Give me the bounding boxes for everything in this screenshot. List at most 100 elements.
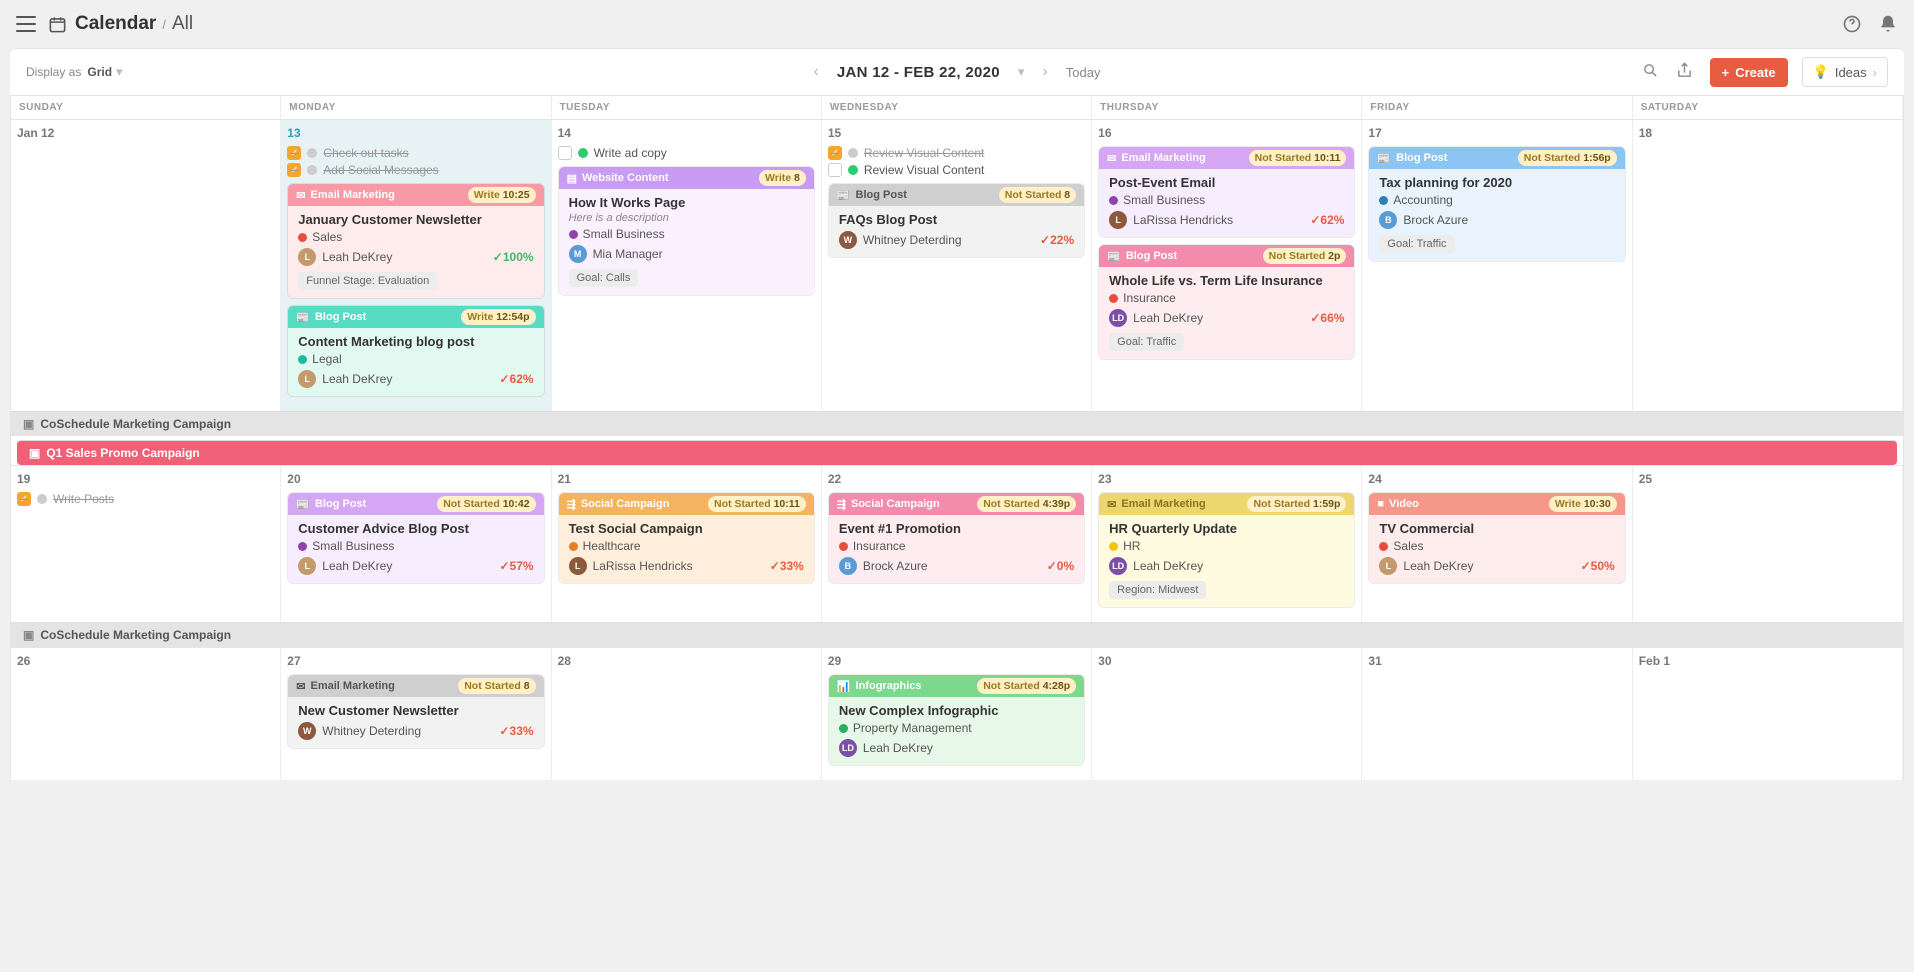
mail-icon: ✉	[1107, 498, 1116, 511]
event-card[interactable]: 📊InfographicsNot Started 4:28p New Compl…	[828, 674, 1085, 766]
task-item[interactable]: Review Visual Content	[828, 163, 1085, 177]
task-item[interactable]: ✓ Check out tasks	[287, 146, 544, 160]
breadcrumb-sub[interactable]: All	[172, 13, 193, 35]
assignee-name: Brock Azure	[863, 559, 928, 573]
percent: ✓33%	[499, 724, 533, 738]
display-as-value[interactable]: Grid	[87, 65, 112, 79]
task-item[interactable]: ✓Review Visual Content	[828, 146, 1085, 160]
event-card[interactable]: ■VideoWrite 10:30 TV Commercial Sales LL…	[1368, 492, 1625, 584]
day-cell[interactable]: 24 ■VideoWrite 10:30 TV Commercial Sales…	[1362, 466, 1632, 622]
avatar: L	[298, 248, 316, 266]
event-card[interactable]: ▤Website ContentWrite 8 How It Works Pag…	[558, 166, 815, 296]
card-description: Here is a description	[569, 212, 804, 224]
event-card[interactable]: ✉Email MarketingNot Started 1:59p HR Qua…	[1098, 492, 1355, 608]
folder-icon: ▣	[23, 628, 34, 642]
day-cell[interactable]: 18	[1633, 120, 1903, 411]
task-item[interactable]: ✓ Add Social Messages	[287, 163, 544, 177]
event-card[interactable]: ✉Email MarketingWrite 10:25 January Cust…	[287, 183, 544, 299]
date-range[interactable]: JAN 12 - FEB 22, 2020	[837, 64, 1000, 81]
checkbox-icon[interactable]: ✓	[828, 146, 842, 160]
next-icon[interactable]: ›	[1042, 63, 1047, 81]
day-cell[interactable]: 30	[1092, 648, 1362, 780]
tag-dot	[839, 542, 848, 551]
day-cell[interactable]: 22 ⇶Social CampaignNot Started 4:39p Eve…	[822, 466, 1092, 622]
day-cell[interactable]: 19 ✓Write Posts	[11, 466, 281, 622]
tag-dot	[1109, 542, 1118, 551]
event-card[interactable]: 📰Blog PostNot Started 10:42 Customer Adv…	[287, 492, 544, 584]
day-cell[interactable]: 14 Write ad copy ▤Website ContentWrite 8…	[552, 120, 822, 411]
bell-icon[interactable]	[1878, 14, 1898, 34]
card-type: Email Marketing	[311, 189, 395, 201]
task-label: Review Visual Content	[864, 163, 985, 177]
search-icon[interactable]	[1642, 62, 1662, 82]
day-cell[interactable]: 28	[552, 648, 822, 780]
day-cell[interactable]: 20 📰Blog PostNot Started 10:42 Customer …	[281, 466, 551, 622]
assignee-name: LaRissa Hendricks	[593, 559, 693, 573]
tag-dot	[569, 542, 578, 551]
day-cell[interactable]: Jan 12	[11, 120, 281, 411]
help-icon[interactable]	[1842, 14, 1862, 34]
task-label: Add Social Messages	[323, 163, 438, 177]
lightbulb-icon: 💡	[1813, 64, 1829, 80]
topbar: Calendar / All	[0, 0, 1914, 48]
toolbar: Display as Grid ▾ ‹ JAN 12 - FEB 22, 202…	[10, 48, 1904, 96]
avatar: LD	[1109, 309, 1127, 327]
task-item[interactable]: Write ad copy	[558, 146, 815, 160]
checkbox-icon[interactable]	[558, 146, 572, 160]
event-card[interactable]: 📰Blog PostNot Started 1:56p Tax planning…	[1368, 146, 1625, 262]
display-as-label: Display as	[26, 65, 81, 79]
status-pill: Not Started 4:39p	[977, 496, 1076, 512]
percent: ✓0%	[1047, 559, 1074, 573]
checkbox-icon[interactable]: ✓	[287, 146, 301, 160]
rss-icon: 📰	[1377, 152, 1391, 165]
weekday-thu: THURSDAY	[1092, 96, 1362, 119]
checkbox-icon[interactable]: ✓	[17, 492, 31, 506]
day-cell[interactable]: 16 ✉Email MarketingNot Started 10:11 Pos…	[1092, 120, 1362, 411]
prev-icon[interactable]: ‹	[814, 63, 819, 81]
day-cell[interactable]: 23 ✉Email MarketingNot Started 1:59p HR …	[1092, 466, 1362, 622]
chevron-right-icon: ›	[1873, 65, 1877, 80]
day-cell[interactable]: 21 ⇶Social CampaignNot Started 10:11 Tes…	[552, 466, 822, 622]
card-title: Customer Advice Blog Post	[298, 521, 533, 536]
campaign-bar[interactable]: ▣CoSchedule Marketing Campaign	[11, 411, 1903, 436]
checkbox-icon[interactable]	[828, 163, 842, 177]
event-card[interactable]: 📰Blog PostWrite 12:54p Content Marketing…	[287, 305, 544, 397]
breadcrumb-main[interactable]: Calendar	[75, 13, 156, 35]
day-cell[interactable]: 31	[1362, 648, 1632, 780]
today-button[interactable]: Today	[1066, 65, 1101, 80]
task-item[interactable]: ✓Write Posts	[17, 492, 274, 506]
event-card[interactable]: ⇶Social CampaignNot Started 4:39p Event …	[828, 492, 1085, 584]
chevron-down-icon[interactable]: ▾	[116, 64, 123, 80]
day-cell[interactable]: 27 ✉Email MarketingNot Started 8 New Cus…	[281, 648, 551, 780]
folder-icon: ▣	[23, 417, 34, 431]
create-button[interactable]: +Create	[1710, 58, 1788, 87]
checkbox-icon[interactable]: ✓	[287, 163, 301, 177]
percent: ✓33%	[770, 559, 804, 573]
status-pill: Not Started 2p	[1263, 248, 1347, 264]
event-card[interactable]: ✉Email MarketingNot Started 10:11 Post-E…	[1098, 146, 1355, 238]
mail-icon: ✉	[296, 680, 305, 693]
tag-label: Property Management	[853, 721, 972, 735]
day-cell[interactable]: 25	[1633, 466, 1903, 622]
mail-icon: ✉	[1107, 152, 1116, 165]
ideas-button[interactable]: 💡Ideas›	[1802, 57, 1888, 87]
card-type: Blog Post	[856, 189, 907, 201]
color-dot	[848, 165, 858, 175]
chevron-down-icon[interactable]: ▾	[1018, 64, 1025, 80]
event-card[interactable]: ✉Email MarketingNot Started 8 New Custom…	[287, 674, 544, 749]
event-card[interactable]: ⇶Social CampaignNot Started 10:11 Test S…	[558, 492, 815, 584]
event-card[interactable]: 📰Blog PostNot Started 8 FAQs Blog Post W…	[828, 183, 1085, 258]
share-icon[interactable]	[1676, 62, 1696, 82]
task-label: Check out tasks	[323, 146, 408, 160]
event-card[interactable]: 📰Blog PostNot Started 2p Whole Life vs. …	[1098, 244, 1355, 360]
campaign-bar-active[interactable]: ▣Q1 Sales Promo Campaign	[17, 440, 1897, 465]
day-cell[interactable]: 26	[11, 648, 281, 780]
day-cell[interactable]: 15 ✓Review Visual Content Review Visual …	[822, 120, 1092, 411]
day-cell-today[interactable]: 13 ✓Check out tasks ✓Add Social Messages…	[281, 120, 551, 411]
status-pill: Not Started 4:28p	[977, 678, 1076, 694]
day-cell[interactable]: Feb 1	[1633, 648, 1903, 780]
day-cell[interactable]: 17 📰Blog PostNot Started 1:56p Tax plann…	[1362, 120, 1632, 411]
menu-icon[interactable]	[16, 14, 36, 34]
day-cell[interactable]: 29 📊InfographicsNot Started 4:28p New Co…	[822, 648, 1092, 780]
campaign-bar[interactable]: ▣CoSchedule Marketing Campaign	[11, 622, 1903, 647]
